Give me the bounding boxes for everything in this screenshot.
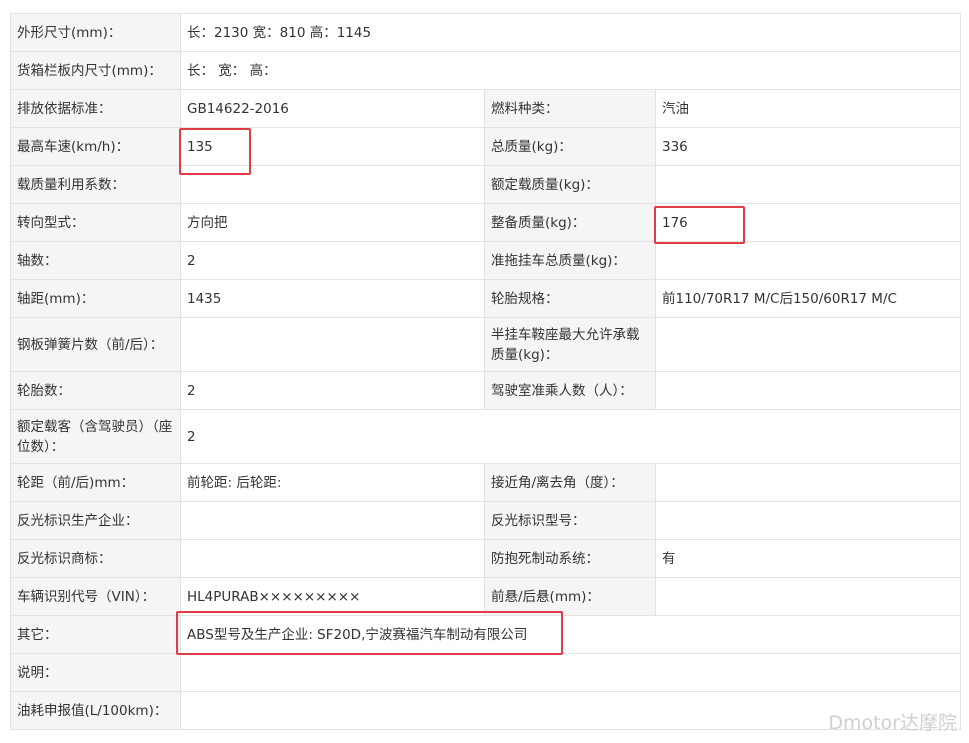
field-value — [179, 653, 962, 692]
field-label: 油耗申报值(L/100km)： — [10, 691, 181, 730]
field-label: 车辆识别代号（VIN）： — [10, 577, 181, 616]
field-label: 排放依据标准： — [10, 89, 181, 128]
field-value: 2 — [180, 371, 485, 410]
field-value: 方向把 — [180, 203, 485, 242]
table-row: 外形尺寸(mm)： 长：2130 宽：810 高：1145 — [10, 13, 962, 52]
table-row: 排放依据标准： GB14622-2016 燃料种类： 汽油 — [10, 89, 962, 128]
table-row: 最高车速(km/h)： 135 总质量(kg)： 336 — [10, 127, 962, 166]
field-label: 转向型式： — [10, 203, 181, 242]
table-row: 钢板弹簧片数（前/后）： 半挂车鞍座最大允许承载质量(kg)： — [10, 317, 962, 372]
field-label: 防抱死制动系统： — [484, 539, 656, 578]
field-value — [180, 165, 485, 204]
field-value — [654, 317, 962, 372]
field-value — [654, 501, 962, 540]
field-value: GB14622-2016 — [180, 89, 485, 128]
field-label: 燃料种类： — [484, 89, 656, 128]
field-label: 总质量(kg)： — [484, 127, 656, 166]
field-label: 轮胎规格： — [484, 279, 656, 318]
field-label: 轮距（前/后)mm： — [10, 463, 181, 502]
field-label: 钢板弹簧片数（前/后）： — [10, 317, 181, 372]
field-value — [654, 371, 962, 410]
field-label: 整备质量(kg)： — [484, 203, 656, 242]
table-row: 说明： — [10, 653, 962, 692]
field-label: 载质量利用系数： — [10, 165, 181, 204]
field-label: 前悬/后悬(mm)： — [484, 577, 656, 616]
table-row: 载质量利用系数： 额定载质量(kg)： — [10, 165, 962, 204]
field-value: 前轮距: 后轮距: — [180, 463, 485, 502]
field-label: 轮胎数： — [10, 371, 181, 410]
table-row: 轮胎数： 2 驾驶室准乘人数（人）： — [10, 371, 962, 410]
table-row: 反光标识生产企业： 反光标识型号： — [10, 501, 962, 540]
field-value — [180, 539, 485, 578]
field-label: 反光标识型号： — [484, 501, 656, 540]
field-label: 外形尺寸(mm)： — [10, 13, 181, 52]
field-label: 其它： — [10, 615, 181, 654]
field-label: 货箱栏板内尺寸(mm)： — [10, 51, 181, 90]
table-row: 车辆识别代号（VIN）： HL4PURAB××××××××× 前悬/后悬(mm)… — [10, 577, 962, 616]
table-row: 轴距(mm)： 1435 轮胎规格： 前110/70R17 M/C后150/60… — [10, 279, 962, 318]
field-value: 135 — [180, 127, 485, 166]
table-row: 反光标识商标： 防抱死制动系统： 有 — [10, 539, 962, 578]
field-value: ABS型号及生产企业: SF20D,宁波赛福汽车制动有限公司 — [179, 615, 962, 654]
field-label: 轴数： — [10, 241, 181, 280]
field-label: 说明： — [10, 653, 181, 692]
field-value: 长：2130 宽：810 高：1145 — [179, 13, 962, 52]
field-value: 176 — [654, 203, 962, 242]
field-label: 额定载质量(kg)： — [484, 165, 656, 204]
field-value — [654, 577, 962, 616]
watermark: Dmotor达摩院 — [828, 712, 957, 734]
field-value — [654, 241, 962, 280]
table-row: 货箱栏板内尺寸(mm)： 长： 宽： 高： — [10, 51, 962, 90]
field-label: 准拖挂车总质量(kg)： — [484, 241, 656, 280]
field-label: 驾驶室准乘人数（人）： — [484, 371, 656, 410]
field-value — [180, 317, 485, 372]
field-value: 2 — [180, 241, 485, 280]
field-label: 反光标识生产企业： — [10, 501, 181, 540]
table-row: 额定载客（含驾驶员）（座位数）： 2 — [10, 409, 962, 464]
table-row: 其它： ABS型号及生产企业: SF20D,宁波赛福汽车制动有限公司 — [10, 615, 962, 654]
field-label: 额定载客（含驾驶员）（座位数）： — [10, 409, 181, 464]
field-label: 最高车速(km/h)： — [10, 127, 181, 166]
vehicle-spec-table: 外形尺寸(mm)： 长：2130 宽：810 高：1145 货箱栏板内尺寸(mm… — [10, 13, 962, 730]
field-value: 2 — [179, 409, 962, 464]
field-value — [180, 501, 485, 540]
table-row: 轴数： 2 准拖挂车总质量(kg)： — [10, 241, 962, 280]
field-label: 轴距(mm)： — [10, 279, 181, 318]
field-value: 前110/70R17 M/C后150/60R17 M/C — [654, 279, 962, 318]
field-value: 汽油 — [654, 89, 962, 128]
table-row: 轮距（前/后)mm： 前轮距: 后轮距: 接近角/离去角（度）： — [10, 463, 962, 502]
field-value: HL4PURAB××××××××× — [180, 577, 485, 616]
field-value: 1435 — [180, 279, 485, 318]
field-value: 336 — [654, 127, 962, 166]
field-label: 半挂车鞍座最大允许承载质量(kg)： — [484, 317, 656, 372]
table-row: 油耗申报值(L/100km)： — [10, 691, 962, 730]
field-label: 接近角/离去角（度）： — [484, 463, 656, 502]
table-row: 转向型式： 方向把 整备质量(kg)： 176 — [10, 203, 962, 242]
field-value — [654, 463, 962, 502]
field-value: 有 — [654, 539, 962, 578]
field-value — [654, 165, 962, 204]
field-value: 长： 宽： 高： — [179, 51, 962, 90]
field-label: 反光标识商标： — [10, 539, 181, 578]
